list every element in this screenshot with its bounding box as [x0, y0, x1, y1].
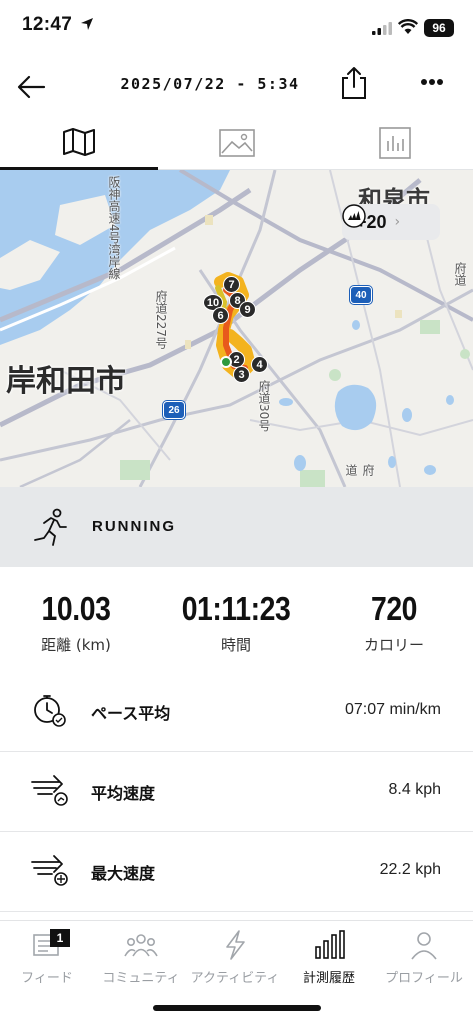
photo-badge-button[interactable]: +20 ›: [342, 204, 440, 240]
detail-label: 最大速度: [91, 864, 156, 883]
back-arrow-icon[interactable]: [14, 70, 48, 104]
stat-label: カロリー: [363, 636, 424, 654]
nav-profile[interactable]: プロフィール: [377, 929, 471, 986]
detail-row-max-speed: 最大速度 22.2 kph: [0, 832, 473, 912]
lightning-bolt-icon: [226, 930, 245, 960]
road-label-fudo30: 府道30号: [257, 380, 271, 432]
activity-detail-screen: 12:47 96 2025/07/22 - 5:34 和泉市 岸和田市 阪神高速…: [0, 0, 473, 1024]
route-map[interactable]: 和泉市 岸和田市 阪神高速4号湾岸線 府道227号 府道30号 府道 府道 40…: [0, 170, 473, 487]
detail-value: 22.2 kph: [379, 861, 441, 878]
stat-calories: 720 カロリー: [324, 590, 464, 655]
road-label-fudo-right: 府道: [453, 262, 467, 286]
activity-date-title: 2025/07/22 - 5:34: [120, 75, 300, 93]
chevron-right-icon: ›: [394, 214, 401, 230]
stat-value: 10.03: [41, 590, 111, 627]
adidas-logo-icon: [342, 204, 366, 228]
stat-value: 01:11:23: [181, 590, 291, 627]
share-icon[interactable]: [339, 65, 369, 101]
stat-value: 720: [370, 590, 418, 627]
speed-average-icon: [31, 775, 68, 806]
stat-label: 距離 (km): [41, 636, 111, 654]
view-tabs: [0, 116, 473, 170]
tab-map[interactable]: [0, 116, 158, 170]
detail-label: 平均速度: [91, 784, 156, 803]
km-marker: 9: [239, 301, 256, 318]
stat-label: 時間: [220, 636, 251, 654]
activity-type-bar: RUNNING: [0, 487, 473, 567]
map-icon: [63, 127, 95, 156]
detail-row-avg-speed: 平均速度 8.4 kph: [0, 752, 473, 832]
feed-notification-badge: 1: [50, 929, 70, 947]
detail-value: 07:07 min/km: [344, 701, 441, 718]
km-marker: 6: [212, 307, 229, 324]
route-shield-40: 40: [350, 286, 372, 304]
nav-label: フィード: [21, 971, 73, 986]
profile-icon: [411, 932, 437, 960]
city-label-kishiwada: 岸和田市: [6, 364, 126, 399]
tab-charts[interactable]: [316, 116, 473, 170]
detail-value: 8.4 kph: [388, 781, 441, 798]
status-bar: 12:47 96: [0, 0, 473, 56]
bar-chart-icon: [379, 127, 411, 159]
nav-label: コミュニティ: [102, 971, 180, 986]
route-shield-26: 26: [163, 401, 185, 419]
km-marker: 7: [223, 276, 240, 293]
history-bars-icon: [315, 930, 345, 959]
stopwatch-pace-icon: [34, 695, 66, 727]
road-label-fudo227: 府道227号: [154, 290, 168, 349]
location-arrow-icon: [81, 18, 93, 30]
stat-distance: 10.03 距離 (km): [6, 590, 146, 655]
km-marker: 4: [251, 356, 268, 373]
battery-indicator: 96: [424, 19, 454, 37]
road-label-fudo-bottom: 府道: [344, 464, 375, 476]
nav-community[interactable]: コミュニティ: [94, 929, 188, 986]
nav-history[interactable]: 計測履歴: [282, 929, 376, 986]
nav-label: プロフィール: [385, 971, 463, 986]
community-icon: [124, 934, 158, 957]
nav-feed[interactable]: 1 フィード: [0, 929, 94, 986]
detail-label: ペース平均: [91, 704, 171, 723]
status-time: 12:47: [22, 14, 73, 35]
stat-duration: 01:11:23 時間: [166, 590, 306, 655]
km-marker: 3: [233, 366, 250, 383]
summary-stats: 10.03 距離 (km) 01:11:23 時間 720 カロリー: [0, 590, 473, 670]
wifi-icon: [398, 19, 418, 34]
running-icon: [34, 508, 67, 546]
home-indicator[interactable]: [153, 1005, 321, 1011]
tab-photos[interactable]: [158, 116, 316, 170]
road-label-hanshin: 阪神高速4号湾岸線: [107, 176, 121, 280]
nav-label: 計測履歴: [302, 971, 355, 986]
activity-type-label: RUNNING: [92, 518, 176, 535]
nav-label: アクティビティ: [190, 971, 280, 986]
nav-header: 2025/07/22 - 5:34: [0, 56, 473, 116]
speed-max-icon: [31, 855, 68, 886]
detail-row-pace: ペース平均 07:07 min/km: [0, 672, 473, 752]
image-icon: [219, 129, 255, 157]
cellular-signal-icon: [372, 22, 392, 35]
more-options-icon[interactable]: [417, 72, 447, 92]
nav-activity[interactable]: アクティビティ: [188, 929, 282, 986]
start-point-marker: [220, 356, 232, 368]
